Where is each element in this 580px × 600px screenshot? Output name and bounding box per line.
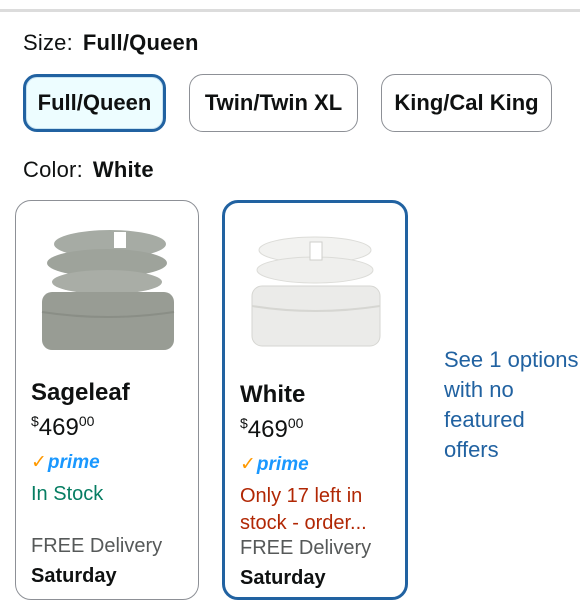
price-symbol: $: [240, 415, 248, 431]
color-swatch-white[interactable]: White $46900 ✓prime Only 17 left in stoc…: [222, 200, 408, 600]
delivery-day: Saturday: [240, 567, 326, 589]
size-option-king-cal-king[interactable]: King/Cal King: [381, 74, 552, 132]
size-option-twin-twin-xl[interactable]: Twin/Twin XL: [189, 74, 358, 132]
product-name: White: [240, 381, 306, 408]
delivery-text: FREE Delivery: [240, 537, 372, 559]
product-price: $46900: [31, 413, 94, 442]
size-selected-value: Full/Queen: [82, 30, 199, 55]
prime-badge: ✓prime: [240, 453, 309, 476]
stock-status: In Stock: [31, 483, 104, 505]
product-name: Sageleaf: [31, 379, 130, 406]
product-price: $46900: [240, 415, 303, 444]
size-option-label: Twin/Twin XL: [204, 90, 343, 115]
price-whole: 469: [247, 416, 288, 443]
size-option-label: King/Cal King: [394, 90, 539, 115]
color-selected-value: White: [92, 157, 154, 182]
product-image: [225, 223, 405, 373]
delivery-text: FREE Delivery: [31, 535, 163, 557]
prime-check-icon: ✓: [240, 454, 256, 475]
price-cents: 00: [78, 413, 95, 429]
color-label: Color:: [23, 157, 83, 182]
price-symbol: $: [31, 413, 39, 429]
prime-badge: ✓prime: [31, 451, 100, 474]
price-cents: 00: [287, 415, 304, 431]
color-swatch-sageleaf[interactable]: Sageleaf $46900 ✓prime In Stock FREE Del…: [15, 200, 199, 600]
prime-check-icon: ✓: [31, 452, 47, 473]
size-label-row: Size: Full/Queen: [23, 30, 199, 56]
size-label: Size:: [23, 30, 73, 55]
prime-label: prime: [256, 454, 309, 475]
size-option-label: Full/Queen: [37, 90, 152, 115]
see-options-link[interactable]: See 1 options with no featured offers: [444, 345, 580, 465]
product-image: [16, 221, 198, 371]
stock-status: Only 17 left in stock - order...: [240, 485, 367, 534]
color-label-row: Color: White: [23, 157, 154, 183]
price-whole: 469: [38, 414, 79, 441]
prime-label: prime: [47, 452, 100, 473]
delivery-day: Saturday: [31, 565, 117, 587]
size-option-full-queen[interactable]: Full/Queen: [23, 74, 166, 132]
top-divider: [0, 0, 580, 12]
